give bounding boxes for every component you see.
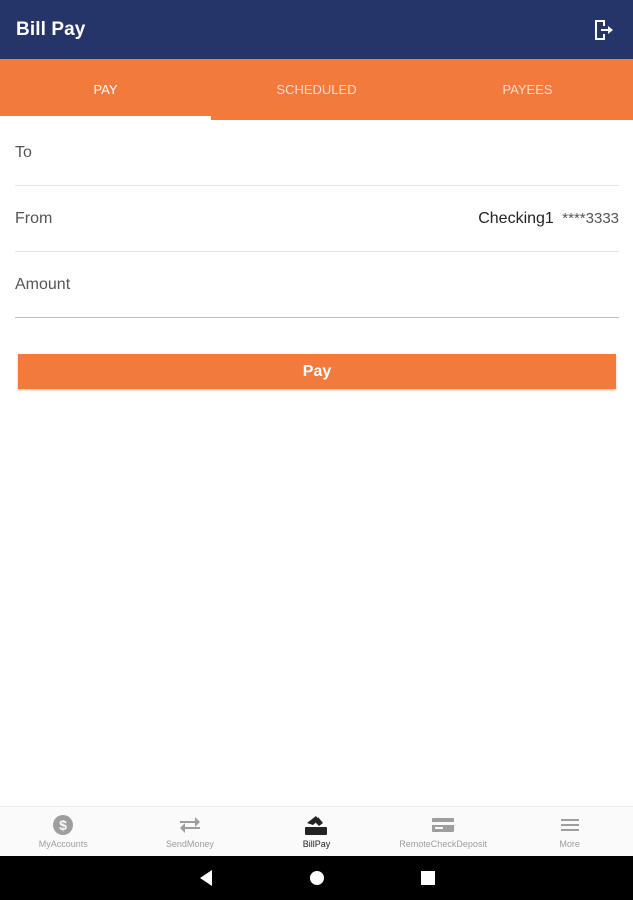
- nav-item-remotecheckdeposit[interactable]: RemoteCheckDeposit: [380, 807, 507, 856]
- nav-item-more[interactable]: More: [506, 807, 633, 856]
- nav-item-myaccounts[interactable]: $ MyAccounts: [0, 807, 127, 856]
- nav-item-sendmoney[interactable]: SendMoney: [127, 807, 254, 856]
- nav-label: MyAccounts: [38, 839, 88, 849]
- nav-label: RemoteCheckDeposit: [399, 839, 487, 849]
- recents-icon: [420, 871, 435, 885]
- bottom-nav: $ MyAccounts SendMoney BillPay RemoteChe…: [0, 806, 633, 856]
- transfer-arrows-icon: [178, 814, 202, 836]
- amount-label: Amount: [15, 275, 71, 293]
- page-title: Bill Pay: [16, 18, 86, 40]
- from-label: From: [15, 209, 53, 227]
- to-field[interactable]: To: [15, 120, 619, 186]
- tab-payees[interactable]: PAYEES: [422, 59, 633, 120]
- system-nav-bar: [0, 856, 633, 900]
- to-label: To: [15, 143, 32, 161]
- tab-label: PAY: [93, 82, 118, 97]
- check-card-icon: [431, 814, 455, 836]
- amount-field[interactable]: Amount: [15, 252, 619, 318]
- tab-label: SCHEDULED: [276, 82, 357, 97]
- back-button[interactable]: [196, 868, 216, 888]
- bill-pay-icon: [304, 814, 328, 836]
- account-mask: ****3333: [562, 209, 619, 227]
- home-button[interactable]: [307, 868, 327, 888]
- bill-pay-form: To From Checking1 ****3333 Amount: [15, 120, 619, 318]
- from-account: Checking1 ****3333: [478, 210, 619, 228]
- app-bar: Bill Pay: [0, 0, 633, 59]
- account-name: Checking1: [478, 209, 554, 227]
- from-field[interactable]: From Checking1 ****3333: [15, 186, 619, 252]
- back-icon: [199, 870, 212, 886]
- tab-scheduled[interactable]: SCHEDULED: [211, 59, 422, 120]
- svg-text:$: $: [59, 817, 67, 833]
- pay-button[interactable]: Pay: [18, 354, 616, 389]
- tab-bar: PAY SCHEDULED PAYEES: [0, 59, 633, 120]
- logout-icon: [595, 19, 613, 40]
- tab-label: PAYEES: [502, 82, 553, 97]
- recents-button[interactable]: [418, 868, 438, 888]
- dollar-coin-icon: $: [52, 814, 74, 836]
- logout-button[interactable]: [589, 16, 617, 44]
- nav-label: SendMoney: [165, 839, 214, 849]
- nav-item-billpay[interactable]: BillPay: [253, 807, 380, 856]
- home-icon: [309, 871, 324, 885]
- nav-label: BillPay: [302, 839, 331, 849]
- nav-label: More: [559, 839, 580, 849]
- menu-icon: [560, 814, 580, 836]
- tab-pay[interactable]: PAY: [0, 59, 211, 120]
